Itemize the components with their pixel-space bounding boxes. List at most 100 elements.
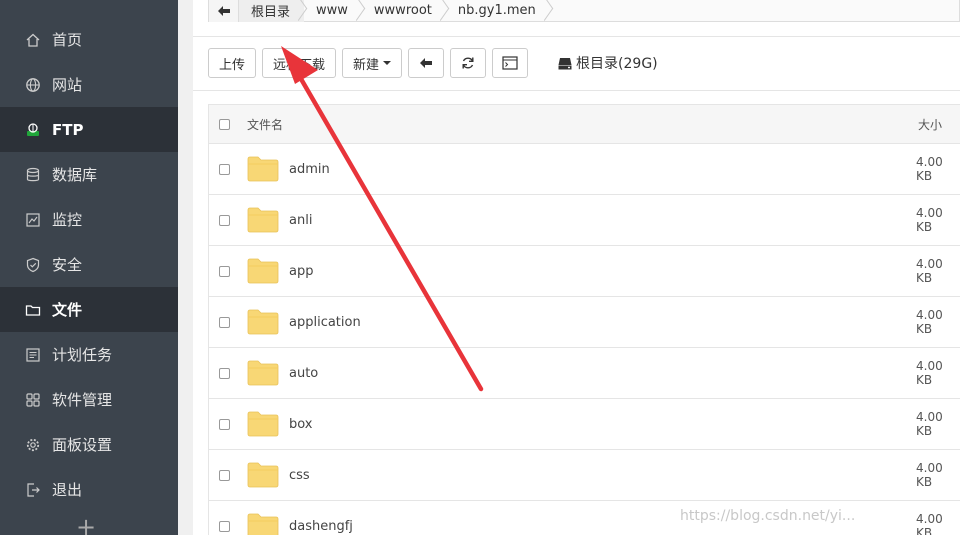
- breadcrumb-item[interactable]: nb.gy1.men: [446, 0, 550, 22]
- sidebar-item-database[interactable]: 数据库: [0, 152, 178, 197]
- sidebar-item-label: 计划任务: [52, 346, 113, 364]
- go-back-button[interactable]: [408, 48, 445, 78]
- table-row[interactable]: box 4.00 KB: [209, 399, 960, 450]
- file-size: 4.00 KB: [916, 308, 943, 336]
- breadcrumb-item[interactable]: www: [304, 0, 362, 22]
- select-all-checkbox[interactable]: [219, 118, 230, 130]
- back-button[interactable]: [209, 0, 239, 22]
- file-table: 文件名 大小 admin 4.00 KB anli 4.00 KB app 4.00 KB…: [208, 104, 960, 535]
- sidebar-item-label: 数据库: [52, 166, 98, 184]
- sidebar-item-label: 文件: [52, 301, 83, 319]
- monitor-icon: [24, 211, 42, 229]
- file-size: 4.00 KB: [916, 155, 943, 183]
- shield-icon: [24, 256, 42, 274]
- refresh-icon: [462, 57, 474, 69]
- hdd-icon: [558, 57, 572, 69]
- divider: [193, 36, 960, 37]
- sidebar-item-label: 退出: [52, 481, 83, 499]
- sidebar-item-label: 面板设置: [52, 436, 113, 454]
- row-checkbox[interactable]: [219, 520, 230, 532]
- disk-label: 根目录(29G): [576, 56, 658, 72]
- globe-icon: [24, 76, 42, 94]
- row-checkbox[interactable]: [219, 163, 230, 175]
- breadcrumb: 根目录 www wwwroot nb.gy1.men: [208, 0, 960, 22]
- table-row[interactable]: auto 4.00 KB: [209, 348, 960, 399]
- folder-icon: [247, 156, 279, 182]
- folder-icon: [247, 513, 279, 535]
- file-name[interactable]: box: [289, 417, 313, 432]
- sidebar-item-software[interactable]: 软件管理: [0, 377, 178, 422]
- sidebar-item-label: 安全: [52, 256, 83, 274]
- new-dropdown-button[interactable]: 新建: [342, 48, 403, 78]
- apps-grid-icon: [24, 391, 42, 409]
- folder-icon: [247, 258, 279, 284]
- sidebar-item-security[interactable]: 安全: [0, 242, 178, 287]
- folder-icon: [247, 360, 279, 386]
- folder-icon: [247, 309, 279, 335]
- arrow-left-icon: [217, 5, 230, 16]
- sidebar-item-label: 网站: [52, 76, 83, 94]
- watermark: https://blog.csdn.net/yi...: [680, 508, 856, 524]
- remote-download-button[interactable]: 远程下载: [262, 48, 337, 78]
- add-icon[interactable]: +: [74, 515, 98, 535]
- caret-down-icon: [383, 61, 392, 65]
- sidebar-item-home[interactable]: 首页: [0, 17, 178, 62]
- task-list-icon: [24, 346, 42, 364]
- table-header: 文件名 大小: [209, 104, 960, 144]
- upload-button[interactable]: 上传: [208, 48, 257, 78]
- database-icon: [24, 166, 42, 184]
- file-name[interactable]: dashengfj: [289, 519, 353, 534]
- column-header-name[interactable]: 文件名: [247, 116, 283, 133]
- column-header-size[interactable]: 大小: [918, 116, 942, 133]
- file-name[interactable]: css: [289, 468, 310, 483]
- sidebar-item-label: 首页: [52, 31, 83, 49]
- file-size: 4.00 KB: [916, 410, 943, 438]
- sidebar-item-settings[interactable]: 面板设置: [0, 422, 178, 467]
- row-checkbox[interactable]: [219, 418, 230, 430]
- file-name[interactable]: app: [289, 264, 313, 279]
- file-name[interactable]: auto: [289, 366, 318, 381]
- toolbar: 上传 远程下载 新建 根目录(29G): [208, 48, 658, 78]
- row-checkbox[interactable]: [219, 214, 230, 226]
- row-checkbox[interactable]: [219, 265, 230, 277]
- folder-icon: [247, 411, 279, 437]
- breadcrumb-item[interactable]: 根目录: [239, 0, 305, 22]
- table-row[interactable]: anli 4.00 KB: [209, 195, 960, 246]
- arrow-left-icon: [420, 58, 433, 68]
- sidebar-item-files[interactable]: 文件: [0, 287, 178, 332]
- sidebar-item-monitor[interactable]: 监控: [0, 197, 178, 242]
- home-icon: [24, 31, 42, 49]
- table-row[interactable]: application 4.00 KB: [209, 297, 960, 348]
- file-size: 4.00 KB: [916, 512, 943, 535]
- sidebar-item-ftp[interactable]: FTP: [0, 107, 178, 152]
- table-row[interactable]: admin 4.00 KB: [209, 144, 960, 195]
- table-row[interactable]: app 4.00 KB: [209, 246, 960, 297]
- file-size: 4.00 KB: [916, 461, 943, 489]
- terminal-button[interactable]: [492, 48, 529, 78]
- sidebar-item-logout[interactable]: 退出: [0, 467, 178, 512]
- folder-icon: [247, 207, 279, 233]
- breadcrumb-item[interactable]: wwwroot: [362, 0, 446, 22]
- row-checkbox[interactable]: [219, 367, 230, 379]
- sidebar: 首页 网站 FTP 数据库 监控 安全 文件 计划任务 软件管理 面板设置 退出…: [0, 0, 178, 535]
- row-checkbox[interactable]: [219, 316, 230, 328]
- sidebar-item-cron[interactable]: 计划任务: [0, 332, 178, 377]
- sidebar-item-label: 软件管理: [52, 391, 113, 409]
- file-name[interactable]: application: [289, 315, 361, 330]
- new-button-label: 新建: [353, 57, 380, 73]
- table-row[interactable]: css 4.00 KB: [209, 450, 960, 501]
- row-checkbox[interactable]: [219, 469, 230, 481]
- logout-icon: [24, 481, 42, 499]
- file-size: 4.00 KB: [916, 206, 943, 234]
- folder-icon: [24, 301, 42, 319]
- disk-info: 根目录(29G): [558, 53, 658, 73]
- terminal-icon: [502, 56, 518, 70]
- refresh-button[interactable]: [450, 48, 487, 78]
- divider: [193, 90, 960, 91]
- folder-icon: [247, 462, 279, 488]
- gear-icon: [24, 436, 42, 454]
- file-name[interactable]: anli: [289, 213, 312, 228]
- sidebar-item-label: FTP: [52, 120, 84, 139]
- file-name[interactable]: admin: [289, 162, 330, 177]
- sidebar-item-website[interactable]: 网站: [0, 62, 178, 107]
